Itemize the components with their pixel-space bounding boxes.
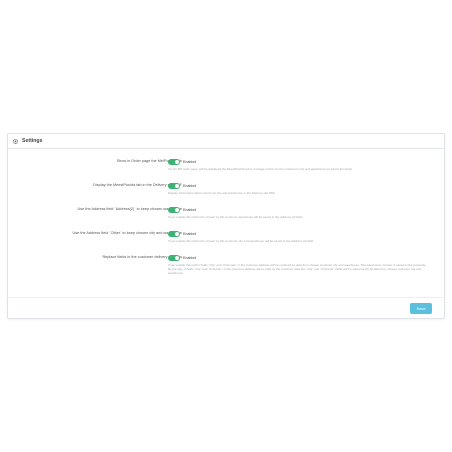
setting-label: Use the Address field `Other` to keep ch… <box>72 231 182 235</box>
toggle-switch[interactable] <box>168 183 180 189</box>
panel-title: Settings <box>22 138 43 144</box>
toggle-switch[interactable] <box>168 159 180 165</box>
toggle-state: Enabled <box>183 207 197 212</box>
help-text: On the BO order page, will be displayed … <box>168 166 353 171</box>
help-text: Display information about returns by cit… <box>168 190 276 195</box>
toggle-switch[interactable] <box>168 231 180 237</box>
save-label: Save <box>416 306 426 311</box>
setting-label: Show in Order page the MelPoshta tab <box>116 159 182 163</box>
toggle-switch[interactable] <box>168 255 180 261</box>
toggle-state: Enabled <box>183 159 197 164</box>
help-text: If you enable this option the chosen by … <box>168 214 303 219</box>
panel-header: Settings <box>8 134 444 149</box>
toggle-switch[interactable] <box>168 207 180 213</box>
toggle-state: Enabled <box>183 183 197 188</box>
settings-panel: Settings Show in Order page the MelPosht… <box>7 133 445 319</box>
setting-label: Replace fields in the customer delivery … <box>102 255 182 259</box>
help-text: If you enable this option the chosen by … <box>168 238 314 243</box>
setting-label: Use the Address field `Address(2)` to ke… <box>77 207 182 211</box>
footer-divider <box>7 297 443 298</box>
setting-label: Display the MeestPoshta tab in the Deliv… <box>93 183 182 187</box>
help-text: If you enable this option fields `City` … <box>168 262 427 275</box>
toggle-state: Enabled <box>183 255 197 260</box>
gear-icon <box>12 138 19 144</box>
save-button[interactable]: Save <box>410 303 432 314</box>
toggle-state: Enabled <box>183 231 197 236</box>
